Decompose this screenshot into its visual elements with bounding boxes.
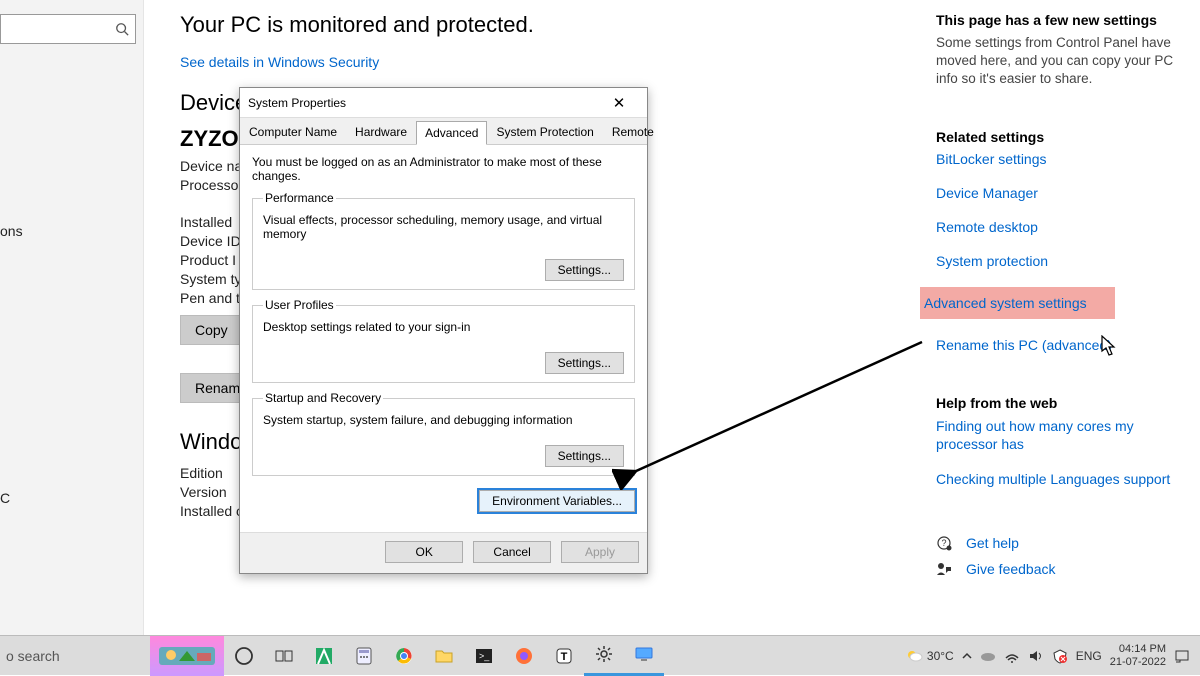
performance-group: Performance Visual effects, processor sc…: [252, 191, 635, 290]
see-windows-security-link[interactable]: See details in Windows Security: [180, 54, 900, 70]
user-profiles-settings-button[interactable]: Settings...: [545, 352, 624, 374]
svg-text:?: ?: [941, 538, 946, 548]
dialog-title: System Properties: [248, 96, 599, 110]
startup-recovery-legend: Startup and Recovery: [263, 391, 383, 405]
notifications-icon[interactable]: [1174, 648, 1190, 664]
give-feedback-link[interactable]: Give feedback: [966, 561, 1056, 577]
system-properties-dialog: System Properties ✕ Computer Name Hardwa…: [239, 87, 648, 574]
svg-text:>_: >_: [479, 651, 490, 661]
ok-button[interactable]: OK: [385, 541, 463, 563]
performance-desc: Visual effects, processor scheduling, me…: [263, 213, 624, 241]
svg-text:T: T: [561, 651, 568, 663]
onedrive-icon[interactable]: [980, 648, 996, 664]
startup-recovery-desc: System startup, system failure, and debu…: [263, 413, 624, 427]
taskbar: o search >_ T 30°C ENG 04:14 PM 21-07-20…: [0, 635, 1200, 675]
environment-variables-button[interactable]: Environment Variables...: [479, 490, 635, 512]
sidebar-item-truncated-2[interactable]: C: [0, 490, 10, 506]
firefox-icon[interactable]: [504, 636, 544, 676]
user-profiles-legend: User Profiles: [263, 298, 336, 312]
cancel-button[interactable]: Cancel: [473, 541, 551, 563]
cortana-icon[interactable]: [224, 636, 264, 676]
weather-widget[interactable]: 30°C: [905, 647, 954, 665]
advanced-system-settings-link[interactable]: Advanced system settings: [920, 287, 1115, 319]
wifi-icon[interactable]: [1004, 648, 1020, 664]
taskbar-search[interactable]: o search: [0, 648, 150, 664]
tab-remote[interactable]: Remote: [603, 120, 663, 144]
settings-right-pane: This page has a few new settings Some se…: [936, 12, 1186, 587]
system-protection-link[interactable]: System protection: [936, 253, 1186, 269]
help-icon: ?: [936, 535, 954, 551]
system-tray: 30°C ENG 04:14 PM 21-07-2022: [895, 643, 1200, 668]
new-settings-title: This page has a few new settings: [936, 12, 1186, 28]
apply-button[interactable]: Apply: [561, 541, 639, 563]
close-icon[interactable]: ✕: [599, 94, 639, 112]
system-properties-taskbar-icon[interactable]: [624, 636, 664, 676]
rename-pc-advanced-link[interactable]: Rename this PC (advanced): [936, 337, 1186, 353]
dialog-titlebar[interactable]: System Properties ✕: [240, 88, 647, 118]
widgets-button[interactable]: [150, 636, 224, 676]
terminal-icon[interactable]: >_: [464, 636, 504, 676]
user-profiles-desc: Desktop settings related to your sign-in: [263, 320, 624, 334]
settings-icon[interactable]: [584, 636, 624, 676]
help-languages-link[interactable]: Checking multiple Languages support: [936, 471, 1186, 487]
clock-time: 04:14 PM: [1110, 643, 1166, 656]
weather-icon: [905, 647, 923, 665]
get-help-link[interactable]: Get help: [966, 535, 1019, 551]
language-indicator[interactable]: ENG: [1076, 649, 1102, 663]
clock[interactable]: 04:14 PM 21-07-2022: [1110, 643, 1166, 668]
tab-hardware[interactable]: Hardware: [346, 120, 416, 144]
device-manager-link[interactable]: Device Manager: [936, 185, 1186, 201]
performance-settings-button[interactable]: Settings...: [545, 259, 624, 281]
copy-button[interactable]: Copy: [180, 315, 243, 345]
admin-note: You must be logged on as an Administrato…: [252, 155, 635, 183]
help-from-web-title: Help from the web: [936, 395, 1186, 411]
tab-advanced[interactable]: Advanced: [416, 121, 487, 145]
tab-system-protection[interactable]: System Protection: [487, 120, 602, 144]
file-explorer-icon[interactable]: [424, 636, 464, 676]
new-settings-para: Some settings from Control Panel have mo…: [936, 34, 1186, 89]
performance-legend: Performance: [263, 191, 336, 205]
app-icon[interactable]: [304, 636, 344, 676]
dialog-tabs: Computer Name Hardware Advanced System P…: [240, 118, 647, 145]
sidebar-item-truncated[interactable]: ons: [0, 223, 23, 239]
protection-title: Your PC is monitored and protected.: [180, 12, 900, 38]
related-settings-title: Related settings: [936, 129, 1186, 145]
settings-search[interactable]: [0, 14, 136, 44]
tab-computer-name[interactable]: Computer Name: [240, 120, 346, 144]
startup-recovery-group: Startup and Recovery System startup, sys…: [252, 391, 635, 476]
tray-chevron-icon[interactable]: [962, 651, 972, 661]
user-profiles-group: User Profiles Desktop settings related t…: [252, 298, 635, 383]
typora-icon[interactable]: T: [544, 636, 584, 676]
feedback-icon: [936, 561, 954, 577]
help-cores-link[interactable]: Finding out how many cores my processor …: [936, 417, 1186, 453]
settings-sidebar: ons C: [0, 0, 144, 635]
bitlocker-link[interactable]: BitLocker settings: [936, 151, 1186, 167]
clock-date: 21-07-2022: [1110, 656, 1166, 669]
chrome-icon[interactable]: [384, 636, 424, 676]
calculator-icon[interactable]: [344, 636, 384, 676]
dialog-footer: OK Cancel Apply: [240, 532, 647, 573]
search-icon: [115, 22, 129, 36]
volume-icon[interactable]: [1028, 648, 1044, 664]
weather-temp: 30°C: [927, 649, 954, 663]
task-view-icon[interactable]: [264, 636, 304, 676]
startup-recovery-settings-button[interactable]: Settings...: [545, 445, 624, 467]
remote-desktop-link[interactable]: Remote desktop: [936, 219, 1186, 235]
security-tray-icon[interactable]: [1052, 648, 1068, 664]
